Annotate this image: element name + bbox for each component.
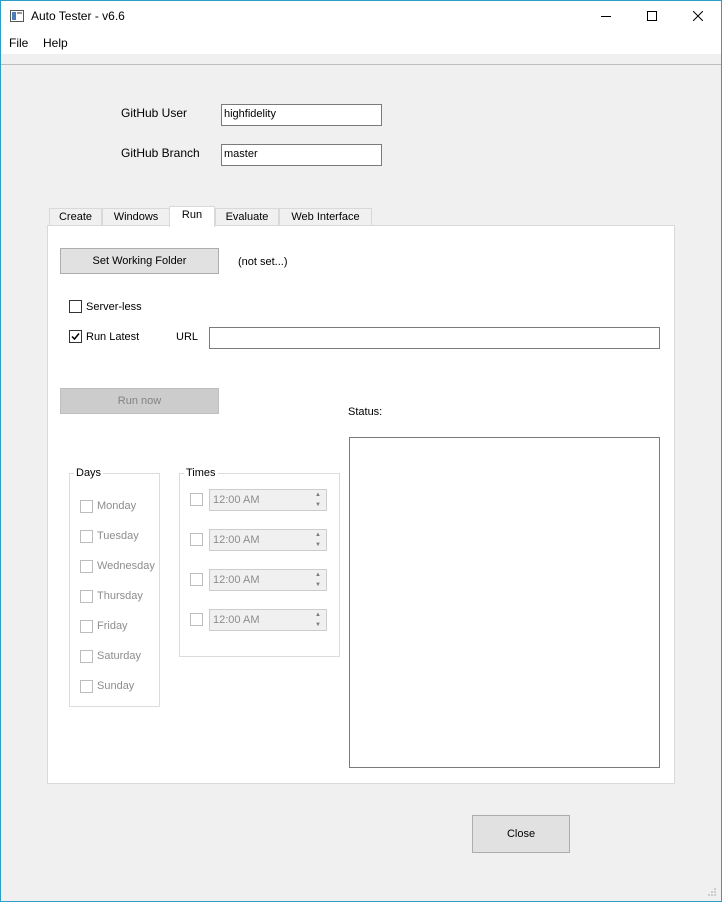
spin-down-icon[interactable]: ▼ [311, 621, 325, 629]
serverless-label: Server-less [86, 301, 142, 313]
day-label-saturday: Saturday [97, 650, 142, 662]
window-title: Auto Tester - v6.6 [31, 9, 125, 23]
app-window: Auto Tester - v6.6 File Help GitHub User… [0, 0, 722, 902]
tab-web-interface[interactable]: Web Interface [279, 208, 372, 226]
time-checkbox-2[interactable] [190, 533, 203, 546]
app-icon [10, 10, 24, 22]
resize-grip-icon[interactable] [707, 887, 717, 897]
spin-up-icon[interactable]: ▲ [311, 491, 325, 499]
spin-up-icon[interactable]: ▲ [311, 571, 325, 579]
spin-down-icon[interactable]: ▼ [311, 541, 325, 549]
close-window-button[interactable] [675, 1, 721, 31]
url-input[interactable] [209, 327, 660, 349]
days-group: Days Monday Tuesday Wednesday Thursday F… [69, 467, 160, 707]
time-value-3: 12:00 AM [213, 574, 260, 586]
url-label: URL [176, 331, 199, 343]
day-checkbox-friday[interactable] [80, 620, 93, 633]
status-label: Status: [348, 406, 383, 418]
time-value-4: 12:00 AM [213, 614, 260, 626]
tab-create[interactable]: Create [49, 208, 102, 226]
time-value-2: 12:00 AM [213, 534, 260, 546]
close-button[interactable]: Close [472, 815, 570, 853]
github-user-input[interactable]: highfidelity [221, 104, 382, 126]
run-tab-panel: Set Working Folder (not set...) Server-l… [47, 225, 675, 784]
close-icon [693, 11, 703, 21]
day-checkbox-wednesday[interactable] [80, 560, 93, 573]
day-label-sunday: Sunday [97, 680, 135, 692]
time-checkbox-3[interactable] [190, 573, 203, 586]
github-branch-label: GitHub Branch [121, 146, 200, 160]
checkmark-icon [71, 333, 80, 341]
menu-file[interactable]: File [9, 36, 28, 50]
time-checkbox-4[interactable] [190, 613, 203, 626]
tab-evaluate[interactable]: Evaluate [215, 208, 279, 226]
menu-divider [1, 64, 721, 65]
time-spinbox-1[interactable]: 12:00 AM ▲ ▼ [209, 489, 327, 511]
day-label-wednesday: Wednesday [97, 560, 155, 572]
run-latest-label: Run Latest [86, 331, 140, 343]
day-checkbox-monday[interactable] [80, 500, 93, 513]
spin-arrows[interactable]: ▲ ▼ [311, 571, 325, 589]
run-latest-checkbox[interactable] [69, 330, 82, 343]
minimize-button[interactable] [583, 1, 629, 31]
set-working-folder-button[interactable]: Set Working Folder [60, 248, 219, 274]
github-branch-input[interactable]: master [221, 144, 382, 166]
run-now-button[interactable]: Run now [60, 388, 219, 414]
day-label-monday: Monday [97, 500, 137, 512]
working-folder-value: (not set...) [238, 256, 288, 268]
time-value-1: 12:00 AM [213, 494, 260, 506]
spin-arrows[interactable]: ▲ ▼ [311, 491, 325, 509]
times-group: Times 12:00 AM ▲ ▼ 12:00 AM ▲ ▼ 12:00 AM ▲… [179, 467, 340, 657]
github-user-label: GitHub User [121, 106, 188, 120]
menu-help[interactable]: Help [43, 36, 68, 50]
times-group-title: Times [184, 467, 218, 479]
spin-down-icon[interactable]: ▼ [311, 581, 325, 589]
day-checkbox-sunday[interactable] [80, 680, 93, 693]
day-label-friday: Friday [97, 620, 128, 632]
maximize-icon [647, 11, 657, 21]
time-spinbox-4[interactable]: 12:00 AM ▲ ▼ [209, 609, 327, 631]
spin-arrows[interactable]: ▲ ▼ [311, 531, 325, 549]
minimize-icon [601, 16, 611, 17]
day-label-thursday: Thursday [97, 590, 143, 602]
title-bar[interactable]: Auto Tester - v6.6 [1, 1, 721, 31]
menu-bar: File Help [1, 31, 721, 54]
tab-windows[interactable]: Windows [102, 208, 170, 226]
day-label-tuesday: Tuesday [97, 530, 139, 542]
time-spinbox-2[interactable]: 12:00 AM ▲ ▼ [209, 529, 327, 551]
status-output-box[interactable] [349, 437, 660, 768]
day-checkbox-saturday[interactable] [80, 650, 93, 663]
spin-down-icon[interactable]: ▼ [311, 501, 325, 509]
maximize-button[interactable] [629, 1, 675, 31]
spin-arrows[interactable]: ▲ ▼ [311, 611, 325, 629]
spin-up-icon[interactable]: ▲ [311, 531, 325, 539]
tab-run[interactable]: Run [169, 206, 215, 227]
time-spinbox-3[interactable]: 12:00 AM ▲ ▼ [209, 569, 327, 591]
days-group-title: Days [74, 467, 104, 479]
day-checkbox-thursday[interactable] [80, 590, 93, 603]
spin-up-icon[interactable]: ▲ [311, 611, 325, 619]
serverless-checkbox[interactable] [69, 300, 82, 313]
day-checkbox-tuesday[interactable] [80, 530, 93, 543]
time-checkbox-1[interactable] [190, 493, 203, 506]
